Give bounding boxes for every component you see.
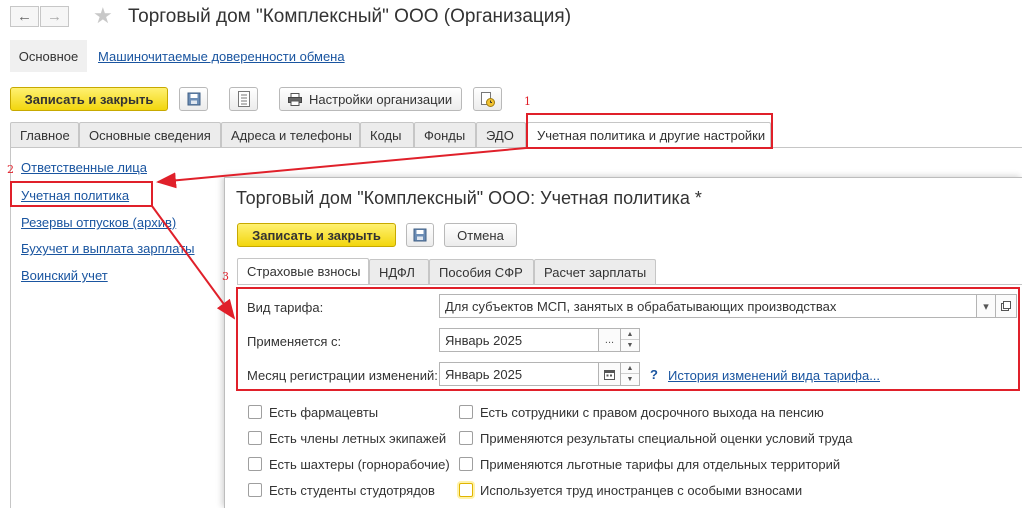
arrow-tab-to-sidebar [156, 147, 527, 189]
annotation-arrows [151, 147, 527, 320]
arrow-sidebar-to-fields [151, 205, 236, 320]
